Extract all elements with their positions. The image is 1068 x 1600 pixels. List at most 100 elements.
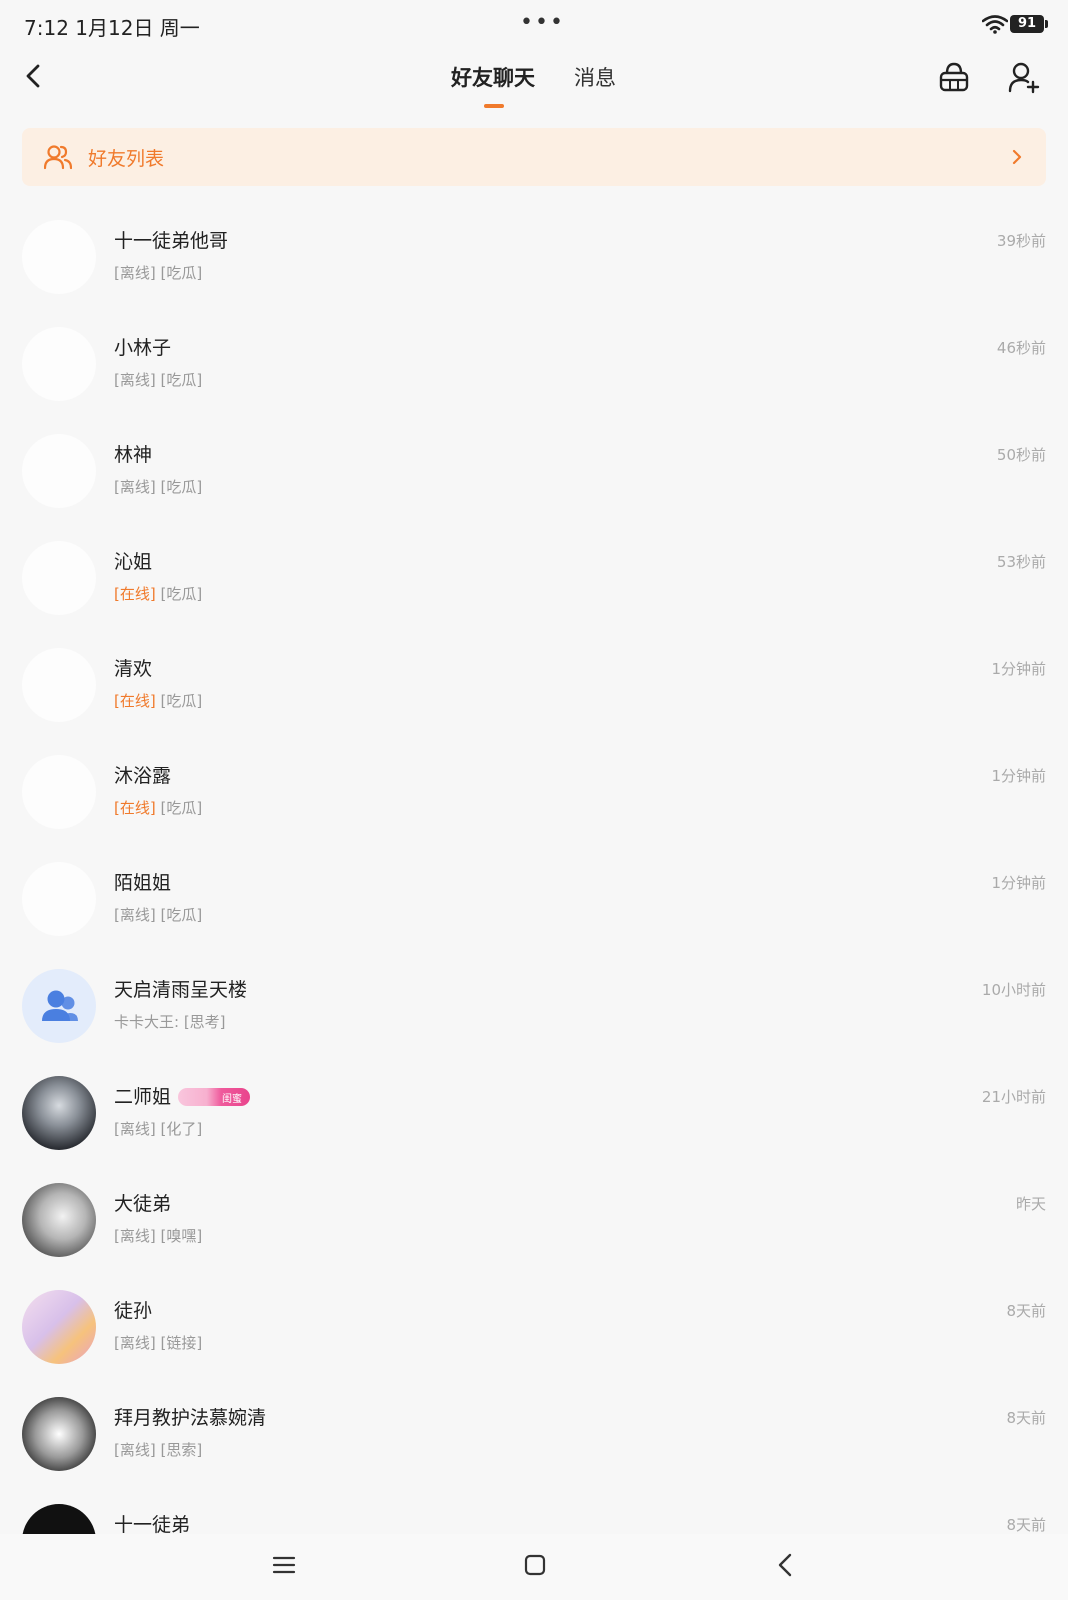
system-back-icon[interactable] (776, 1552, 794, 1578)
avatar[interactable] (22, 434, 96, 508)
chat-preview: [离线] [链接] (114, 1332, 202, 1353)
preview-text: [化了] (155, 1120, 203, 1138)
avatar[interactable] (22, 1183, 96, 1257)
status-tag: [离线] (114, 264, 156, 282)
chat-time: 8天前 (1006, 1409, 1046, 1427)
preview-text: [吃瓜] (155, 692, 203, 710)
preview-text: [吃瓜] (155, 906, 203, 924)
chat-name: 陌姐姐 (114, 872, 172, 894)
avatar[interactable] (22, 327, 96, 401)
chat-row[interactable]: 沁姐 [在线] [吃瓜] 53秒前 (0, 525, 1068, 632)
avatar[interactable] (22, 1504, 96, 1534)
avatar[interactable] (22, 541, 96, 615)
chat-time: 1分钟前 (991, 660, 1046, 678)
chat-name: 沁姐 (114, 551, 153, 573)
chat-time: 1分钟前 (991, 767, 1046, 785)
menu-icon[interactable] (272, 1554, 296, 1576)
preview-text: [链接] (155, 1334, 203, 1352)
preview-text: [吃瓜] (155, 585, 203, 603)
avatar[interactable] (22, 648, 96, 722)
chat-name: 小林子 (114, 337, 172, 359)
avatar[interactable] (22, 1397, 96, 1471)
avatar[interactable] (22, 220, 96, 294)
preview-text: [嗅嘿] (155, 1227, 203, 1245)
chat-row[interactable]: 清欢 [在线] [吃瓜] 1分钟前 (0, 632, 1068, 739)
chat-time: 53秒前 (996, 553, 1046, 571)
status-tag: [离线] (114, 1120, 156, 1138)
chat-row[interactable]: 十一徒弟他哥 [离线] [吃瓜] 39秒前 (0, 204, 1068, 311)
avatar[interactable] (22, 862, 96, 936)
chat-preview: [离线] [吃瓜] (114, 904, 202, 925)
status-tag: [在线] (114, 799, 156, 817)
group-avatar[interactable] (22, 969, 96, 1043)
preview-text: 卡卡大王: [思考] (114, 1013, 226, 1031)
active-tab-indicator (484, 104, 504, 108)
chat-name: 大徒弟 (114, 1193, 172, 1215)
status-bar: 7:12 1月12日 周一 ••• 91 (0, 0, 1068, 46)
chat-time: 46秒前 (996, 339, 1046, 357)
preview-text: [吃瓜] (155, 264, 203, 282)
chat-time: 1分钟前 (991, 874, 1046, 892)
chat-row[interactable]: 林神 [离线] [吃瓜] 50秒前 (0, 418, 1068, 525)
chat-row[interactable]: 拜月教护法慕婉清 [离线] [思索] 8天前 (0, 1381, 1068, 1488)
chat-time: 昨天 (1015, 1195, 1046, 1213)
chat-row[interactable]: 天启清雨呈天楼 卡卡大王: [思考] 10小时前 (0, 953, 1068, 1060)
chat-name: 天启清雨呈天楼 (114, 979, 248, 1001)
more-dots-icon[interactable]: ••• (520, 10, 565, 35)
status-tag: [离线] (114, 1227, 156, 1245)
chat-row[interactable]: 小林子 [离线] [吃瓜] 46秒前 (0, 311, 1068, 418)
battery-indicator: 91 (1010, 15, 1048, 33)
chat-name: 徒孙 (114, 1300, 153, 1322)
system-nav-bar (0, 1534, 1068, 1600)
status-tag: [在线] (114, 585, 156, 603)
chat-row[interactable]: 沐浴露 [在线] [吃瓜] 1分钟前 (0, 739, 1068, 846)
chat-preview: [在线] [吃瓜] (114, 797, 202, 818)
chat-time: 8天前 (1006, 1516, 1046, 1534)
chat-row[interactable]: 大徒弟 [离线] [嗅嘿] 昨天 (0, 1167, 1068, 1274)
header: 好友聊天 消息 (0, 46, 1068, 122)
status-tag: [离线] (114, 371, 156, 389)
chat-time: 50秒前 (996, 446, 1046, 464)
avatar[interactable] (22, 1076, 96, 1150)
tab-messages[interactable]: 消息 (574, 62, 616, 92)
chat-name: 沐浴露 (114, 765, 172, 787)
badge-label: 闺蜜 (222, 1094, 242, 1105)
chat-row[interactable]: 徒孙 [离线] [链接] 8天前 (0, 1274, 1068, 1381)
status-tag: [在线] (114, 692, 156, 710)
add-friend-icon[interactable] (1008, 60, 1040, 94)
preview-text: [吃瓜] (155, 371, 203, 389)
group-icon (42, 990, 78, 1021)
home-icon[interactable] (524, 1554, 546, 1576)
chat-preview: [离线] [吃瓜] (114, 262, 202, 283)
avatar[interactable] (22, 755, 96, 829)
back-arrow-icon[interactable] (18, 60, 50, 92)
chat-name: 二师姐 (114, 1086, 172, 1108)
chat-row[interactable]: 陌姐姐 [离线] [吃瓜] 1分钟前 (0, 846, 1068, 953)
avatar[interactable] (22, 1290, 96, 1364)
chat-time: 39秒前 (996, 232, 1046, 250)
chat-row[interactable]: 十一徒弟 8天前 (0, 1488, 1068, 1534)
chat-preview: [离线] [化了] (114, 1118, 202, 1139)
chat-name: 清欢 (114, 658, 153, 680)
chat-time: 8天前 (1006, 1302, 1046, 1320)
chat-preview: 卡卡大王: [思考] (114, 1011, 226, 1032)
friends-icon (44, 145, 72, 170)
chat-time: 10小时前 (981, 981, 1046, 999)
chat-row[interactable]: 二师姐 闺蜜 [离线] [化了] 21小时前 (0, 1060, 1068, 1167)
tab-friend-chat[interactable]: 好友聊天 (451, 62, 535, 92)
chat-name: 十一徒弟 (114, 1514, 191, 1534)
chat-preview: [离线] [吃瓜] (114, 369, 202, 390)
chat-name: 十一徒弟他哥 (114, 230, 229, 252)
chat-list: 十一徒弟他哥 [离线] [吃瓜] 39秒前 小林子 [离线] [吃瓜] 46秒前… (0, 204, 1068, 1534)
chevron-right-icon (1012, 149, 1022, 165)
chat-preview: [离线] [嗅嘿] (114, 1225, 202, 1246)
status-time: 7:12 1月12日 周一 (24, 16, 200, 40)
friend-list-banner[interactable]: 好友列表 (22, 128, 1046, 186)
status-tag: [离线] (114, 1441, 156, 1459)
friend-list-label: 好友列表 (88, 148, 165, 170)
chat-name: 拜月教护法慕婉清 (114, 1407, 267, 1429)
preview-text: [思索] (155, 1441, 203, 1459)
relationship-badge: 闺蜜 (178, 1088, 250, 1106)
basket-icon[interactable] (938, 60, 970, 94)
chat-name: 林神 (114, 444, 153, 466)
